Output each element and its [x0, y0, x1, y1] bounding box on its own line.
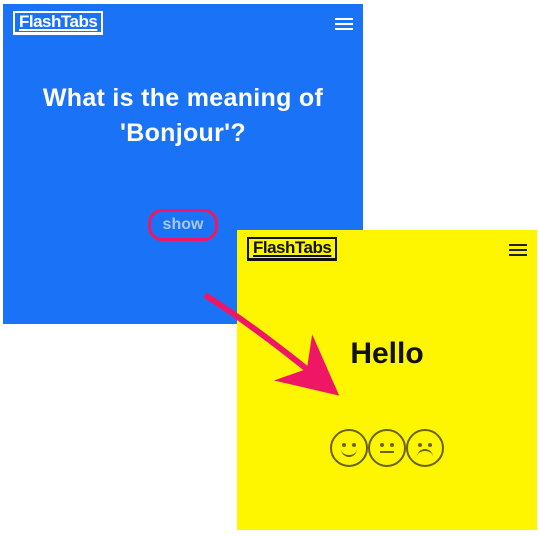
answer-header: FlashTabs — [237, 230, 537, 262]
question-header: FlashTabs — [3, 4, 363, 36]
rating-faces — [330, 429, 444, 467]
answer-panel: FlashTabs Hello — [237, 230, 537, 530]
answer-text: Hello — [350, 337, 423, 371]
show-button[interactable]: show — [148, 209, 219, 241]
app-logo[interactable]: FlashTabs — [247, 239, 337, 261]
menu-icon[interactable] — [335, 18, 353, 30]
sad-face-icon[interactable] — [406, 429, 444, 467]
app-logo[interactable]: FlashTabs — [13, 13, 103, 35]
answer-body: Hello — [237, 262, 537, 492]
happy-face-icon[interactable] — [330, 429, 368, 467]
neutral-face-icon[interactable] — [368, 429, 406, 467]
question-text: What is the meaning of 'Bonjour'? — [17, 81, 349, 151]
menu-icon[interactable] — [509, 244, 527, 256]
